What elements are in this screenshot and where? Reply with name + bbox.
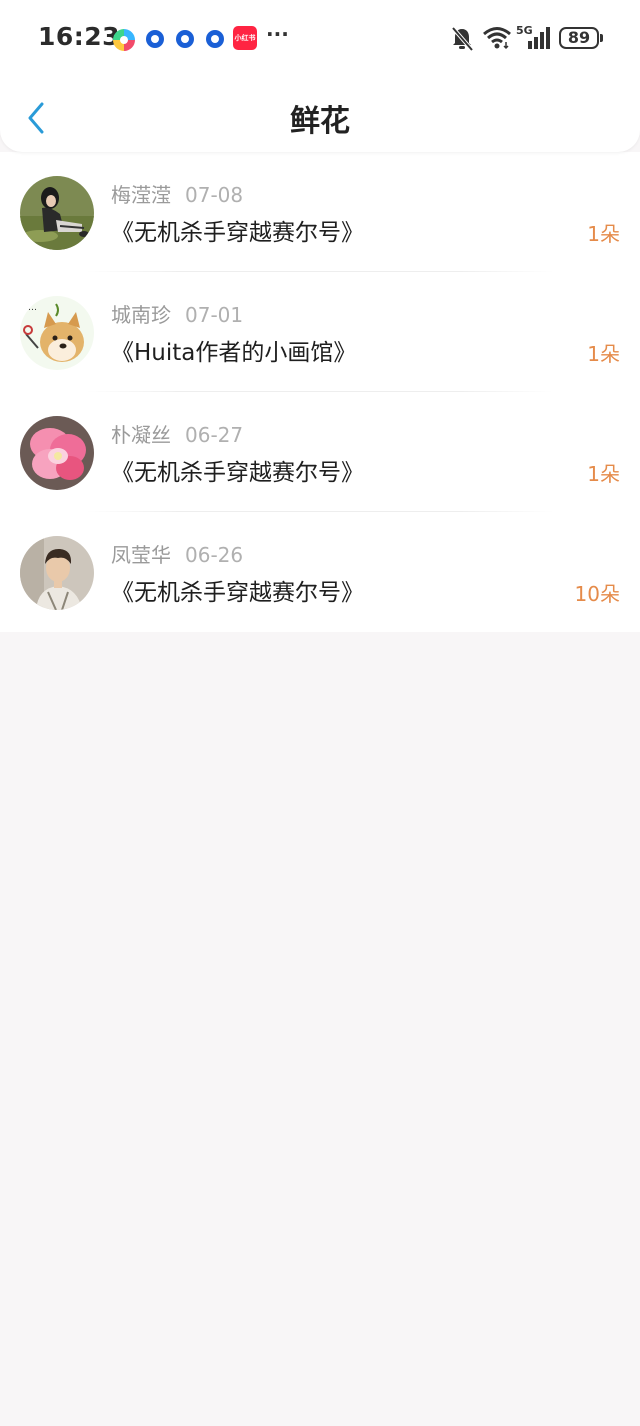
list-item[interactable]: 凤莹华 06-26 《无机杀手穿越赛尔号》 10朵 xyxy=(0,512,640,632)
circle-app-icon xyxy=(205,29,225,53)
battery-icon: 89 xyxy=(559,27,599,49)
flower-count: 1朵 xyxy=(587,222,620,246)
circle-app-icon xyxy=(145,29,165,53)
wifi-icon xyxy=(482,26,512,54)
list-item[interactable]: … 城南珍 07-01 《Huita作者的小画馆》 1朵 xyxy=(0,272,640,392)
user-name[interactable]: 梅滢滢 xyxy=(111,183,171,207)
more-notifications-icon: ··· xyxy=(266,22,289,46)
flower-count: 1朵 xyxy=(587,462,620,486)
photos-app-icon xyxy=(111,27,137,57)
svg-text:…: … xyxy=(28,303,37,313)
pink-flower-avatar xyxy=(20,416,94,490)
status-bar: 16:23 小红书 ··· 5G 89 xyxy=(0,0,640,78)
gift-date: 07-01 xyxy=(185,303,244,327)
gift-date: 06-27 xyxy=(185,423,244,447)
list-item[interactable]: 朴凝丝 06-27 《无机杀手穿越赛尔号》 1朵 xyxy=(0,392,640,512)
gift-date: 07-08 xyxy=(185,183,244,207)
flower-count: 1朵 xyxy=(587,342,620,366)
battery-level: 89 xyxy=(567,28,591,47)
user-name[interactable]: 凤莹华 xyxy=(111,543,171,567)
top-header: 16:23 小红书 ··· 5G 89 鲜花 xyxy=(0,0,640,152)
page-title: 鲜花 xyxy=(290,104,350,139)
young-man-avatar xyxy=(20,536,94,610)
gift-date: 06-26 xyxy=(185,543,244,567)
avatar[interactable] xyxy=(20,416,94,490)
doge-avatar: … xyxy=(20,296,94,370)
user-name[interactable]: 朴凝丝 xyxy=(111,423,171,447)
girl-sitting-avatar xyxy=(20,176,94,250)
flower-count: 10朵 xyxy=(574,582,620,606)
status-time: 16:23 xyxy=(38,22,121,51)
xiaohongshu-app-icon: 小红书 xyxy=(233,26,257,50)
avatar[interactable] xyxy=(20,176,94,250)
user-name[interactable]: 城南珍 xyxy=(111,303,171,327)
battery-tip xyxy=(600,34,603,42)
circle-app-icon xyxy=(175,29,195,53)
book-title[interactable]: 《无机杀手穿越赛尔号》 xyxy=(111,213,364,247)
mute-bell-icon xyxy=(450,26,474,56)
signal-icon xyxy=(522,27,552,55)
book-title[interactable]: 《Huita作者的小画馆》 xyxy=(111,333,356,367)
avatar[interactable] xyxy=(20,536,94,610)
list-item[interactable]: 梅滢滢 07-08 《无机杀手穿越赛尔号》 1朵 xyxy=(0,152,640,272)
book-title[interactable]: 《无机杀手穿越赛尔号》 xyxy=(111,453,364,487)
avatar[interactable]: … xyxy=(20,296,94,370)
book-title[interactable]: 《无机杀手穿越赛尔号》 xyxy=(111,573,364,607)
flower-list: 梅滢滢 07-08 《无机杀手穿越赛尔号》 1朵 … 城南珍 07-01 《Hu… xyxy=(0,152,640,632)
